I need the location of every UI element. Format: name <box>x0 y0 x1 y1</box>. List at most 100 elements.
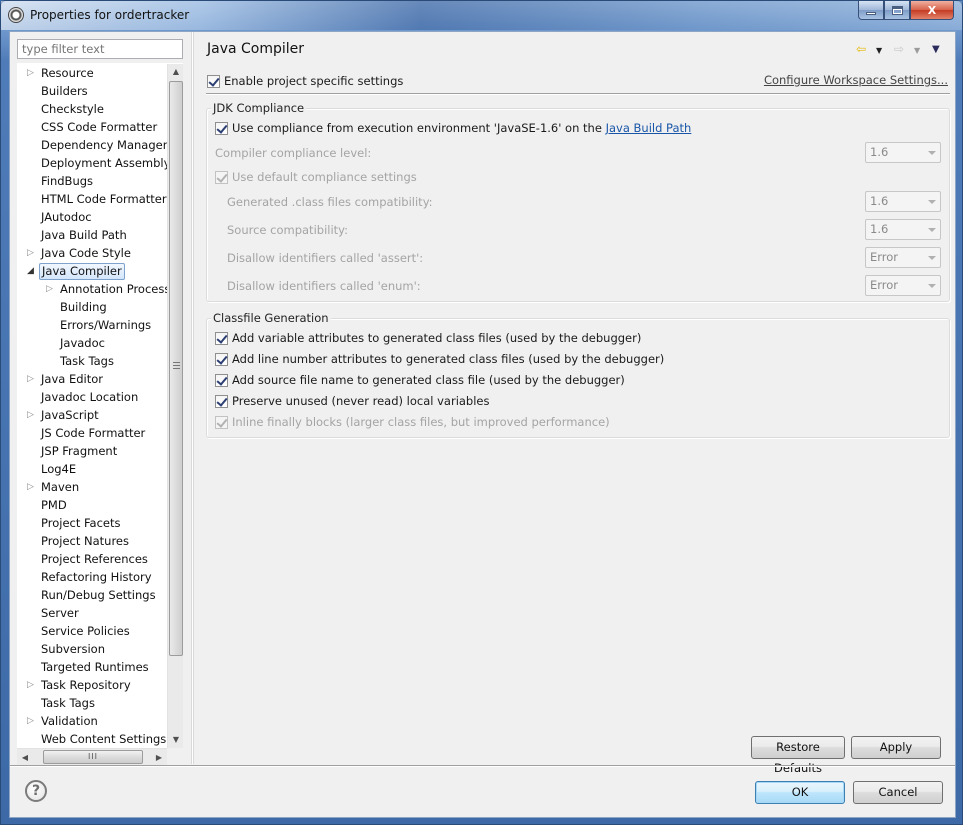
checkbox-check-icon[interactable] <box>215 394 228 408</box>
tree-item[interactable]: Web Content Settings <box>17 730 167 748</box>
use-default-compliance-checkbox[interactable]: Use default compliance settings <box>215 168 417 186</box>
use-default-compliance-check-icon[interactable] <box>215 170 228 184</box>
minimize-button[interactable] <box>858 1 884 20</box>
cancel-button[interactable]: Cancel <box>853 781 943 804</box>
minimize-icon <box>866 11 876 15</box>
vertical-scroll-thumb[interactable] <box>169 81 183 656</box>
filter-input[interactable] <box>17 39 183 59</box>
tree-item[interactable]: ▷ Validation <box>17 712 167 730</box>
classfile-option-checkbox[interactable]: Preserve unused (never read) local varia… <box>215 392 490 410</box>
enable-project-specific-checkbox[interactable]: Enable project specific settings <box>207 72 403 90</box>
expand-triangle-icon[interactable]: ▷ <box>46 285 54 294</box>
expand-triangle-icon[interactable]: ▷ <box>27 717 35 726</box>
classfile-option-checkbox[interactable]: Inline finally blocks (larger class file… <box>215 413 610 431</box>
checkbox-check-icon[interactable] <box>215 331 228 345</box>
tree-item[interactable]: JS Code Formatter <box>17 424 167 442</box>
compiler-compliance-level-select[interactable]: 1.6 <box>865 142 941 163</box>
tree-item[interactable]: Java Build Path <box>17 226 167 244</box>
tree-item[interactable]: Javadoc <box>17 334 167 352</box>
tree-item[interactable]: JSP Fragment <box>17 442 167 460</box>
classfile-option-checkbox[interactable]: Add variable attributes to generated cla… <box>215 329 641 347</box>
tree-item[interactable]: Deployment Assembly <box>17 154 167 172</box>
tree-item[interactable]: HTML Code Formatter <box>17 190 167 208</box>
tree-item[interactable]: ▷ JavaScript <box>17 406 167 424</box>
tree-item[interactable]: Errors/Warnings <box>17 316 167 334</box>
tree-item[interactable]: ▷ Java Code Style <box>17 244 167 262</box>
tree-item[interactable]: Service Policies <box>17 622 167 640</box>
tree-horizontal-scrollbar[interactable]: ◀ III ▶ <box>17 748 167 765</box>
disallow-assert-value: Error <box>870 250 899 264</box>
page-navigation: ⇦ ▼ ⇨ ▼ ▼ <box>856 42 948 58</box>
back-arrow-icon[interactable]: ⇦ <box>856 42 866 56</box>
tree-item[interactable]: CSS Code Formatter <box>17 118 167 136</box>
forward-menu-chevron-icon[interactable]: ▼ <box>914 44 920 58</box>
tree-item[interactable]: Run/Debug Settings <box>17 586 167 604</box>
tree-item[interactable]: Project References <box>17 550 167 568</box>
disallow-enum-value: Error <box>870 278 899 292</box>
configure-workspace-settings-link[interactable]: Configure Workspace Settings... <box>764 73 948 87</box>
tree-item[interactable]: Subversion <box>17 640 167 658</box>
use-ee-compliance-checkbox[interactable]: Use compliance from execution environmen… <box>215 119 691 137</box>
tree-item[interactable]: ◢ Java Compiler <box>17 262 167 280</box>
ok-button[interactable]: OK <box>755 781 845 804</box>
tree-item[interactable]: Building <box>17 298 167 316</box>
checkbox-check-icon[interactable] <box>215 373 228 387</box>
tree-item[interactable]: JAutodoc <box>17 208 167 226</box>
checkbox-check-icon[interactable] <box>215 415 228 429</box>
tree-item[interactable]: Log4E <box>17 460 167 478</box>
classfile-option-checkbox[interactable]: Add line number attributes to generated … <box>215 350 664 368</box>
disallow-assert-select[interactable]: Error <box>865 247 941 268</box>
expand-triangle-icon[interactable]: ▷ <box>27 483 35 492</box>
tree-item[interactable]: Javadoc Location <box>17 388 167 406</box>
scroll-right-arrow-icon[interactable]: ▶ <box>151 749 167 766</box>
tree-item[interactable]: Checkstyle <box>17 100 167 118</box>
expand-triangle-icon[interactable]: ▷ <box>27 69 35 78</box>
classfile-option-label: Add source file name to generated class … <box>232 373 625 387</box>
expand-triangle-icon[interactable]: ▷ <box>27 249 35 258</box>
tree-item[interactable]: Task Tags <box>17 352 167 370</box>
horizontal-scroll-thumb[interactable]: III <box>43 750 143 764</box>
tree-item[interactable]: ▷ Resource <box>17 64 167 82</box>
tree-item[interactable]: Refactoring History <box>17 568 167 586</box>
tree-item[interactable]: Project Facets <box>17 514 167 532</box>
tree-item[interactable]: PMD <box>17 496 167 514</box>
back-menu-chevron-icon[interactable]: ▼ <box>876 44 882 58</box>
tree-item[interactable]: Dependency Management <box>17 136 167 154</box>
tree-vertical-scrollbar[interactable]: ▲ ▼ <box>167 64 183 748</box>
view-menu-icon[interactable]: ▼ <box>932 43 940 57</box>
tree-item[interactable]: Project Natures <box>17 532 167 550</box>
generated-class-compat-select[interactable]: 1.6 <box>865 191 941 212</box>
tree-item[interactable]: ▷ Maven <box>17 478 167 496</box>
java-build-path-link[interactable]: Java Build Path <box>606 121 692 135</box>
close-button[interactable]: X <box>910 1 954 20</box>
collapse-triangle-icon[interactable]: ◢ <box>27 267 35 276</box>
tree-item[interactable]: Builders <box>17 82 167 100</box>
tree-item[interactable]: FindBugs <box>17 172 167 190</box>
apply-button[interactable]: Apply <box>851 736 941 759</box>
tree-item[interactable]: ▷ Annotation Processing <box>17 280 167 298</box>
expand-triangle-icon[interactable]: ▷ <box>27 411 35 420</box>
scroll-left-arrow-icon[interactable]: ◀ <box>17 749 33 766</box>
checkbox-check-icon[interactable] <box>215 352 228 366</box>
scroll-up-arrow-icon[interactable]: ▲ <box>168 64 184 80</box>
use-ee-compliance-check-icon[interactable] <box>215 121 228 135</box>
source-compat-select[interactable]: 1.6 <box>865 219 941 240</box>
expand-triangle-icon[interactable]: ▷ <box>27 681 35 690</box>
disallow-enum-select[interactable]: Error <box>865 275 941 296</box>
classfile-option-checkbox[interactable]: Add source file name to generated class … <box>215 371 625 389</box>
dropdown-arrow-icon <box>928 284 936 288</box>
forward-arrow-icon[interactable]: ⇨ <box>894 42 904 56</box>
tree-item[interactable]: ▷ Task Repository <box>17 676 167 694</box>
tree-item[interactable]: Server <box>17 604 167 622</box>
panel-sash[interactable] <box>191 32 194 764</box>
scroll-down-arrow-icon[interactable]: ▼ <box>168 732 184 748</box>
tree-item[interactable]: Targeted Runtimes <box>17 658 167 676</box>
restore-defaults-button[interactable]: Restore Defaults <box>751 736 845 775</box>
enable-project-specific-check-icon[interactable] <box>207 74 220 88</box>
tree-item[interactable]: ▷ Java Editor <box>17 370 167 388</box>
help-icon[interactable]: ? <box>25 780 47 802</box>
window-title: Properties for ordertracker <box>30 8 190 22</box>
expand-triangle-icon[interactable]: ▷ <box>27 375 35 384</box>
maximize-button[interactable] <box>884 1 910 20</box>
tree-item[interactable]: Task Tags <box>17 694 167 712</box>
